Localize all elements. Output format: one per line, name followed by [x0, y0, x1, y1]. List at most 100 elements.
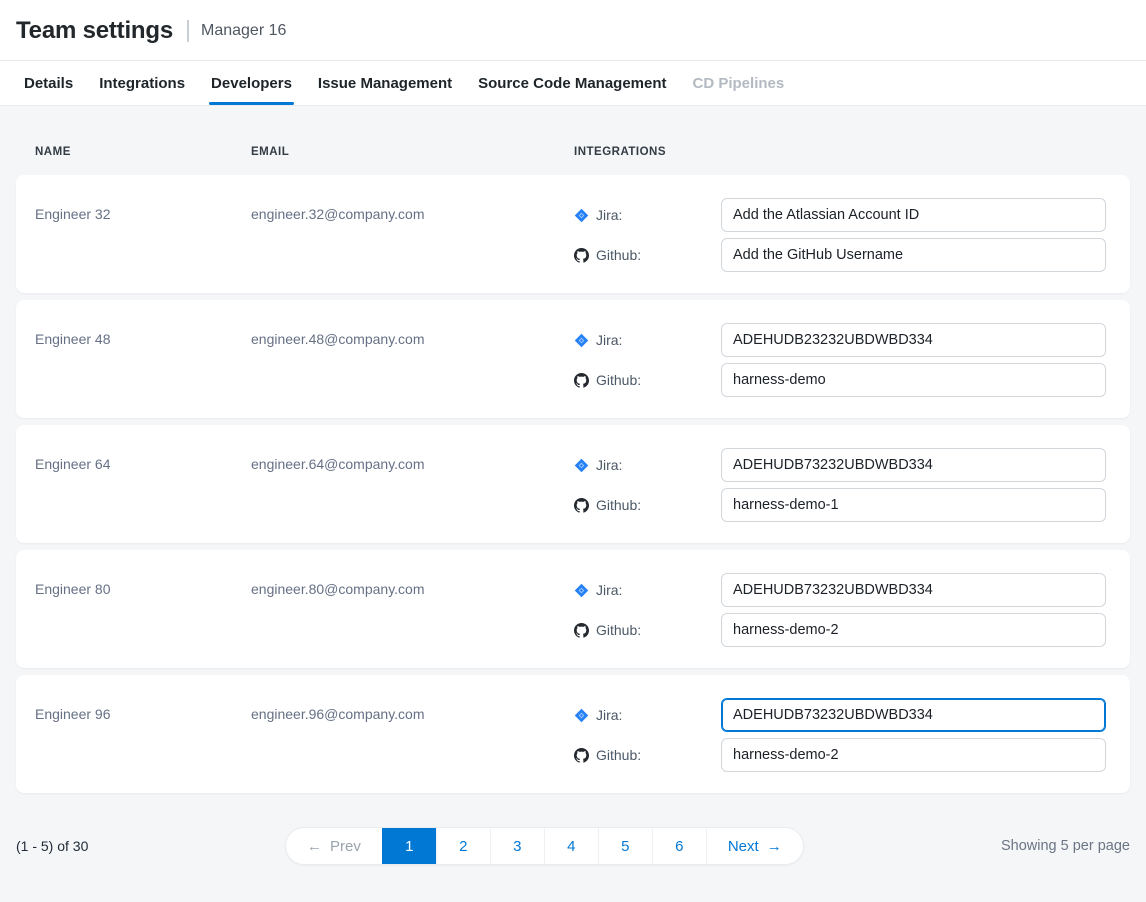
developer-row: Engineer 96 engineer.96@company.com Jira…: [16, 675, 1130, 793]
page-title: Team settings: [16, 17, 173, 45]
developer-email: engineer.96@company.com: [251, 698, 574, 772]
page-button-5[interactable]: 5: [598, 828, 652, 864]
jira-account-id-input[interactable]: [721, 198, 1106, 232]
integrations-cell: Jira: Github:: [574, 323, 1106, 397]
prev-label: Prev: [330, 838, 361, 855]
github-label-text: Github:: [596, 372, 641, 388]
developer-row: Engineer 64 engineer.64@company.com Jira…: [16, 425, 1130, 543]
developer-name: Engineer 64: [35, 448, 251, 522]
tab-cd-pipelines: CD Pipelines: [693, 61, 785, 105]
arrow-right-icon: →: [767, 839, 782, 854]
jira-diamond-icon: [574, 208, 589, 223]
tab-issue-management[interactable]: Issue Management: [318, 61, 452, 105]
integrations-cell: Jira: Github:: [574, 198, 1106, 272]
github-username-input[interactable]: [721, 613, 1106, 647]
page-subtitle: Manager 16: [201, 22, 286, 40]
jira-label: Jira:: [574, 582, 721, 598]
jira-label-text: Jira:: [596, 582, 622, 598]
page-button-6[interactable]: 6: [652, 828, 706, 864]
github-username-input[interactable]: [721, 238, 1106, 272]
tab-details[interactable]: Details: [24, 61, 73, 105]
github-octocat-icon: [574, 623, 589, 638]
github-label: Github:: [574, 622, 721, 638]
jira-label-text: Jira:: [596, 707, 622, 723]
page-button-2[interactable]: 2: [436, 828, 490, 864]
developer-email: engineer.32@company.com: [251, 198, 574, 272]
per-page-text: Showing 5 per page: [1001, 838, 1130, 854]
developer-row: Engineer 80 engineer.80@company.com Jira…: [16, 550, 1130, 668]
table-rows: Engineer 32 engineer.32@company.com Jira…: [16, 175, 1130, 793]
pagination-bar: (1 - 5) of 30 ← Prev 123456 Next → Showi…: [0, 800, 1146, 865]
github-label: Github:: [574, 247, 721, 263]
jira-diamond-icon: [574, 458, 589, 473]
github-integration-row: Github:: [574, 238, 1106, 272]
page-button-3[interactable]: 3: [490, 828, 544, 864]
developer-email: engineer.64@company.com: [251, 448, 574, 522]
github-octocat-icon: [574, 373, 589, 388]
title-divider: [187, 20, 189, 42]
developers-table: Name Email Integrations Engineer 32 engi…: [0, 106, 1146, 793]
github-label-text: Github:: [596, 622, 641, 638]
jira-account-id-input[interactable]: [721, 323, 1106, 357]
github-username-input[interactable]: [721, 738, 1106, 772]
page-button-1[interactable]: 1: [382, 828, 436, 864]
tab-integrations[interactable]: Integrations: [99, 61, 185, 105]
github-username-input[interactable]: [721, 488, 1106, 522]
github-integration-row: Github:: [574, 613, 1106, 647]
jira-integration-row: Jira:: [574, 698, 1106, 732]
prev-button[interactable]: ← Prev: [286, 828, 382, 864]
table-header-row: Name Email Integrations: [16, 106, 1130, 175]
jira-integration-row: Jira:: [574, 198, 1106, 232]
github-octocat-icon: [574, 248, 589, 263]
page-header: Team settings Manager 16: [0, 0, 1146, 61]
github-integration-row: Github:: [574, 488, 1106, 522]
pager-pages: 123456: [382, 828, 706, 864]
developer-name: Engineer 48: [35, 323, 251, 397]
jira-integration-row: Jira:: [574, 323, 1106, 357]
github-octocat-icon: [574, 498, 589, 513]
jira-label: Jira:: [574, 457, 721, 473]
page-button-4[interactable]: 4: [544, 828, 598, 864]
arrow-left-icon: ←: [307, 839, 322, 854]
developer-name: Engineer 80: [35, 573, 251, 647]
github-label: Github:: [574, 497, 721, 513]
column-header-name: Name: [35, 146, 251, 158]
developer-row: Engineer 32 engineer.32@company.com Jira…: [16, 175, 1130, 293]
github-integration-row: Github:: [574, 738, 1106, 772]
jira-label-text: Jira:: [596, 332, 622, 348]
jira-account-id-input[interactable]: [721, 573, 1106, 607]
jira-account-id-input[interactable]: [721, 448, 1106, 482]
jira-diamond-icon: [574, 333, 589, 348]
github-label: Github:: [574, 372, 721, 388]
jira-label-text: Jira:: [596, 207, 622, 223]
tab-source-code-management[interactable]: Source Code Management: [478, 61, 666, 105]
column-header-email: Email: [251, 146, 574, 158]
jira-integration-row: Jira:: [574, 448, 1106, 482]
developer-row: Engineer 48 engineer.48@company.com Jira…: [16, 300, 1130, 418]
jira-diamond-icon: [574, 708, 589, 723]
developer-name: Engineer 96: [35, 698, 251, 772]
github-label-text: Github:: [596, 247, 641, 263]
column-header-integrations: Integrations: [574, 146, 1106, 158]
integrations-cell: Jira: Github:: [574, 698, 1106, 772]
jira-label-text: Jira:: [596, 457, 622, 473]
jira-integration-row: Jira:: [574, 573, 1106, 607]
github-label-text: Github:: [596, 747, 641, 763]
jira-label: Jira:: [574, 332, 721, 348]
pagination-range: (1 - 5) of 30: [16, 838, 266, 854]
jira-account-id-input[interactable]: [721, 698, 1106, 732]
next-label: Next: [728, 838, 759, 855]
jira-diamond-icon: [574, 583, 589, 598]
pager: ← Prev 123456 Next →: [285, 827, 804, 865]
next-button[interactable]: Next →: [706, 828, 803, 864]
developer-name: Engineer 32: [35, 198, 251, 272]
developer-email: engineer.48@company.com: [251, 323, 574, 397]
github-label: Github:: [574, 747, 721, 763]
github-username-input[interactable]: [721, 363, 1106, 397]
tab-developers[interactable]: Developers: [211, 61, 292, 105]
developer-email: engineer.80@company.com: [251, 573, 574, 647]
github-integration-row: Github:: [574, 363, 1106, 397]
tab-bar: Details Integrations Developers Issue Ma…: [0, 61, 1146, 106]
jira-label: Jira:: [574, 207, 721, 223]
github-label-text: Github:: [596, 497, 641, 513]
